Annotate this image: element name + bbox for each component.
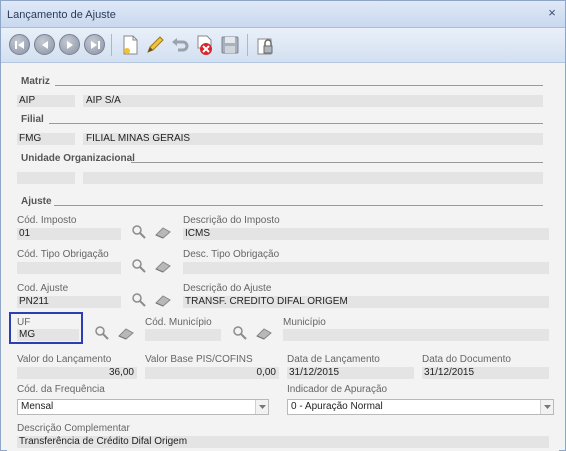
data-documento-field[interactable]: 31/12/2015 xyxy=(422,367,549,379)
unidade-code xyxy=(17,172,75,184)
delete-icon xyxy=(197,35,212,55)
indicador-apuracao-value: 0 - Apuração Normal xyxy=(291,401,383,412)
eraser-icon[interactable] xyxy=(117,325,135,341)
eraser-icon[interactable] xyxy=(154,224,172,240)
valor-base-field[interactable]: 0,00 xyxy=(145,367,279,379)
valor-lancamento-label: Valor do Lançamento xyxy=(17,354,112,365)
desc-imposto-label: Descrição do Imposto xyxy=(183,215,280,226)
section-divider xyxy=(54,205,543,206)
eraser-icon[interactable] xyxy=(154,258,172,274)
cod-imposto-label: Cód. Imposto xyxy=(17,215,77,226)
ajuste-section-title: Ajuste xyxy=(21,196,52,207)
next-record-button[interactable] xyxy=(59,34,80,55)
form-area: Matriz AIP AIP S/A Filial FMG FILIAL MIN… xyxy=(7,65,559,451)
previous-record-button[interactable] xyxy=(34,34,55,55)
data-documento-label: Data do Documento xyxy=(422,354,511,365)
descricao-complementar-field[interactable]: Transferência de Crédito Difal Origem xyxy=(17,436,549,448)
data-lancamento-label: Data de Lançamento xyxy=(287,354,380,365)
previous-icon xyxy=(42,41,48,49)
toolbar-separator xyxy=(111,34,112,56)
lock-icon xyxy=(257,38,273,55)
data-lancamento-field[interactable]: 31/12/2015 xyxy=(287,367,414,379)
uf-field[interactable]: MG xyxy=(17,329,79,341)
cod-municipio-label: Cód. Município xyxy=(145,317,212,328)
search-icon[interactable] xyxy=(93,325,111,341)
undo-icon xyxy=(172,38,189,52)
section-divider xyxy=(55,85,543,86)
save-disk-icon xyxy=(221,36,239,54)
search-icon[interactable] xyxy=(231,325,249,341)
filial-name: FILIAL MINAS GERAIS xyxy=(83,133,543,145)
new-button[interactable] xyxy=(118,33,142,57)
cod-municipio-field[interactable] xyxy=(145,329,221,341)
desc-imposto-field: ICMS xyxy=(183,228,549,240)
first-icon xyxy=(15,41,24,49)
adjustment-window: Lançamento de Ajuste × Matriz AIP AIP S/… xyxy=(0,0,566,451)
cod-tipo-obrigacao-field[interactable] xyxy=(17,262,121,274)
search-icon[interactable] xyxy=(130,258,148,274)
municipio-label: Município xyxy=(283,317,326,328)
descricao-complementar-label: Descrição Complementar xyxy=(17,423,130,434)
cod-frequencia-label: Cód. da Frequência xyxy=(17,384,105,395)
eraser-icon[interactable] xyxy=(255,325,273,341)
edit-button[interactable] xyxy=(143,33,167,57)
valor-base-label: Valor Base PIS/COFINS xyxy=(145,354,253,365)
cod-ajuste-label: Cod. Ajuste xyxy=(17,283,69,294)
indicador-apuracao-label: Indicador de Apuração xyxy=(287,384,388,395)
last-record-button[interactable] xyxy=(84,34,105,55)
unidade-name xyxy=(83,172,543,184)
title-bar: Lançamento de Ajuste × xyxy=(1,1,565,28)
cod-ajuste-field[interactable]: PN211 xyxy=(17,296,121,308)
next-icon xyxy=(67,41,73,49)
municipio-field xyxy=(283,329,549,341)
edit-pencil-icon xyxy=(147,36,164,53)
delete-button[interactable] xyxy=(193,33,217,57)
matriz-name: AIP S/A xyxy=(83,95,543,107)
desc-tipo-obrigacao-label: Desc. Tipo Obrigação xyxy=(183,249,280,260)
close-icon[interactable]: × xyxy=(545,6,559,20)
save-button[interactable] xyxy=(218,33,242,57)
search-icon[interactable] xyxy=(130,224,148,240)
filial-section-title: Filial xyxy=(21,114,44,125)
unidade-section-title: Unidade Organizacional xyxy=(21,153,135,164)
toolbar xyxy=(1,28,565,63)
uf-label: UF xyxy=(17,317,31,328)
chevron-down-icon[interactable] xyxy=(255,400,268,414)
chevron-down-icon[interactable] xyxy=(540,400,553,414)
section-divider xyxy=(49,123,543,124)
frequencia-select[interactable]: Mensal xyxy=(17,399,269,415)
section-divider xyxy=(131,162,543,163)
indicador-apuracao-select[interactable]: 0 - Apuração Normal xyxy=(287,399,554,415)
new-document-icon xyxy=(123,35,138,55)
desc-tipo-obrigacao-field xyxy=(183,262,549,274)
cod-imposto-field[interactable]: 01 xyxy=(17,228,121,240)
cod-tipo-obrigacao-label: Cód. Tipo Obrigação xyxy=(17,249,109,260)
search-icon[interactable] xyxy=(130,292,148,308)
desc-ajuste-field: TRANSF. CREDITO DIFAL ORIGEM xyxy=(183,296,549,308)
valor-lancamento-field[interactable]: 36,00 xyxy=(17,367,137,379)
toolbar-separator xyxy=(247,34,248,56)
matriz-code: AIP xyxy=(17,95,75,107)
first-record-button[interactable] xyxy=(9,34,30,55)
last-icon xyxy=(91,41,100,49)
matriz-section-title: Matriz xyxy=(21,76,50,87)
window-title: Lançamento de Ajuste xyxy=(7,9,116,21)
frequencia-value: Mensal xyxy=(21,401,54,412)
desc-ajuste-label: Descrição do Ajuste xyxy=(183,283,272,294)
filial-code: FMG xyxy=(17,133,75,145)
undo-button[interactable] xyxy=(168,33,192,57)
eraser-icon[interactable] xyxy=(154,292,172,308)
lock-button[interactable] xyxy=(254,33,278,57)
